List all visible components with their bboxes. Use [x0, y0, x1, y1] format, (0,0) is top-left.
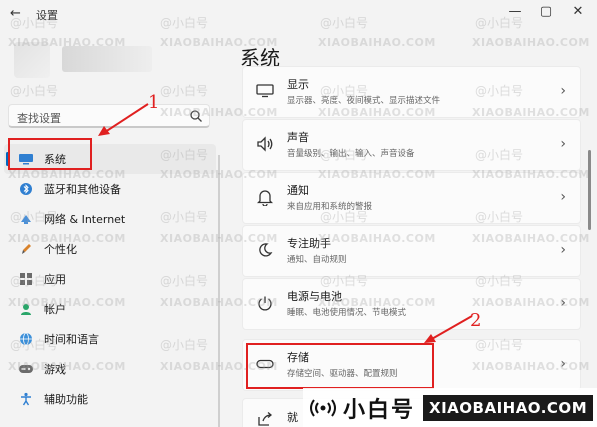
sidebar-item-label: 蓝牙和其他设备 [44, 183, 121, 196]
watermark-site: XIAOBAIHAO.COM [472, 232, 590, 245]
card-subtitle: 显示器、亮度、夜间模式、显示描述文件 [287, 96, 441, 106]
highlight-box-system [8, 138, 92, 170]
chevron-right-icon: › [560, 136, 566, 152]
sidebar-item-label: 应用 [44, 273, 66, 286]
apps-icon [18, 271, 34, 287]
sidebar-item-time-language[interactable]: 时间和语言 [4, 324, 216, 354]
watermark-site: XIAOBAIHAO.COM [160, 168, 278, 181]
bell-icon [255, 187, 275, 207]
watermark-site: XIAOBAIHAO.COM [160, 296, 278, 309]
network-icon [18, 211, 34, 227]
watermark-site: XIAOBAIHAO.COM [318, 168, 436, 181]
sidebar-item-accessibility[interactable]: 辅助功能 [4, 384, 216, 414]
card-title: 声音 [287, 131, 309, 144]
card-sound[interactable]: 声音 音量级别、输出、输入、声音设备 › [242, 119, 581, 171]
sidebar-item-network[interactable]: 网络 & Internet [4, 204, 216, 234]
globe-icon [18, 331, 34, 347]
pane-divider [218, 155, 220, 427]
annotation-number-2: 2 [470, 310, 482, 331]
watermark-site: XIAOBAIHAO.COM [8, 296, 126, 309]
watermark-site: XIAOBAIHAO.COM [160, 360, 278, 373]
watermark-site: XIAOBAIHAO.COM [8, 360, 126, 373]
sidebar-item-label: 网络 & Internet [44, 213, 126, 226]
bluetooth-icon [18, 181, 34, 197]
broadcast-icon [310, 398, 336, 417]
arrow-annotation-2 [424, 315, 473, 343]
card-title: 显示 [287, 78, 309, 91]
sound-icon [255, 134, 275, 154]
accessibility-icon [18, 391, 34, 407]
maximize-button[interactable]: ▢ [536, 4, 556, 19]
card-subtitle: 来自应用和系统的警报 [287, 202, 373, 212]
share-icon [255, 409, 275, 427]
chevron-right-icon: › [560, 83, 566, 99]
sidebar-item-label: 辅助功能 [44, 393, 88, 406]
sidebar-item-apps[interactable]: 应用 [4, 264, 216, 294]
watermark-site: XIAOBAIHAO.COM [8, 168, 126, 181]
watermark-site: XIAOBAIHAO.COM [8, 36, 126, 49]
chevron-right-icon: › [560, 189, 566, 205]
search-input[interactable]: 查找设置 [17, 110, 61, 126]
watermark-site: XIAOBAIHAO.COM [160, 106, 278, 119]
card-title: 通知 [287, 184, 309, 197]
watermark-site: XIAOBAIHAO.COM [160, 232, 278, 245]
watermark-site: XIAOBAIHAO.COM [472, 36, 590, 49]
minimize-button[interactable]: — [505, 4, 525, 19]
watermark-site: XIAOBAIHAO.COM [318, 106, 436, 119]
watermark-site: XIAOBAIHAO.COM [472, 168, 590, 181]
display-icon [255, 81, 275, 101]
brand-name-cn: 小白号 [343, 397, 416, 423]
watermark-text: @小白号 [160, 84, 209, 98]
sidebar-item-label: 时间和语言 [44, 333, 99, 346]
user-name-blurred [62, 46, 152, 72]
watermark-site: XIAOBAIHAO.COM [318, 232, 436, 245]
title-bar: ← 设置 — ▢ ✕ [0, 0, 597, 30]
watermark-text: @小白号 [10, 84, 59, 98]
card-title: 就 [287, 411, 298, 424]
watermark-site: XIAOBAIHAO.COM [318, 36, 436, 49]
annotation-number-1: 1 [148, 92, 160, 113]
watermark-site: XIAOBAIHAO.COM [8, 232, 126, 245]
watermark-site: XIAOBAIHAO.COM [160, 36, 278, 49]
watermark-site: XIAOBAIHAO.COM [472, 296, 590, 309]
close-button[interactable]: ✕ [568, 4, 588, 19]
arrow-annotation-1 [98, 103, 149, 136]
scrollbar[interactable] [588, 150, 591, 230]
watermark-site: XIAOBAIHAO.COM [472, 106, 590, 119]
card-subtitle: 音量级别、输出、输入、声音设备 [287, 149, 415, 159]
brand-watermark: 小白号 XIAOBAIHAO.COM [303, 388, 597, 427]
watermark-site: XIAOBAIHAO.COM [472, 360, 590, 373]
card-subtitle: 通知、自动规则 [287, 255, 347, 265]
back-button[interactable]: ← [10, 6, 21, 21]
watermark-site: XIAOBAIHAO.COM [318, 296, 436, 309]
brand-name-en: XIAOBAIHAO.COM [423, 394, 594, 421]
sidebar-nav: 系统 蓝牙和其他设备 网络 & Internet 个性化 应用 帐户 时间和语言… [4, 144, 216, 414]
window-title: 设置 [36, 9, 58, 22]
